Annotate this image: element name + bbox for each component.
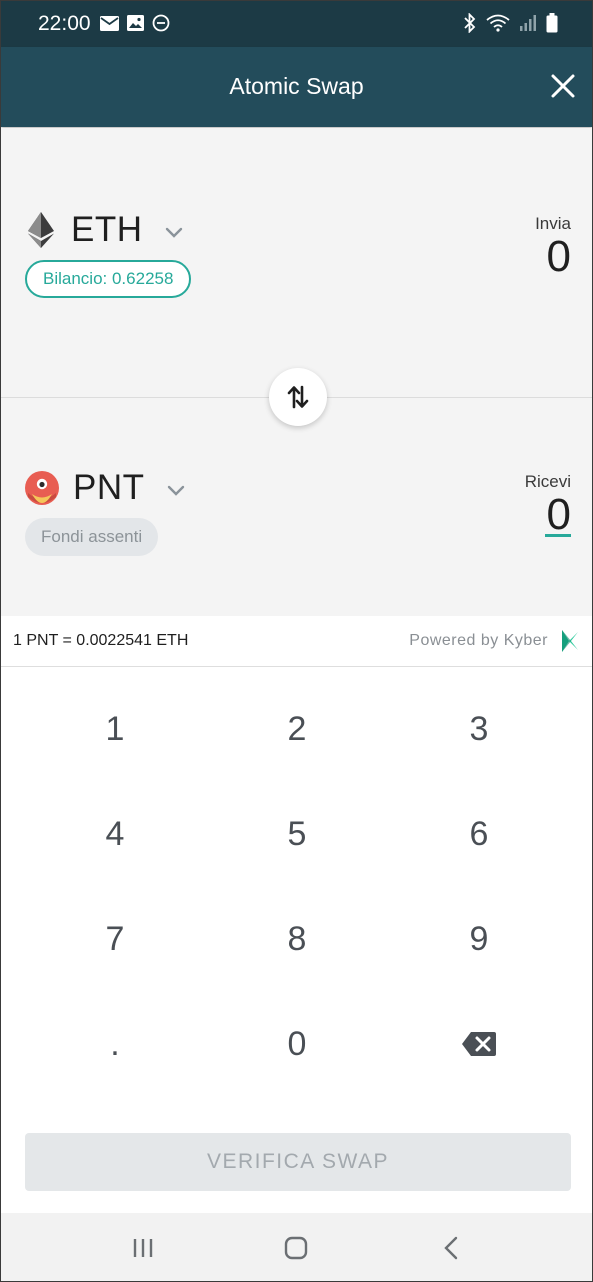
receive-token-selector[interactable]: PNT xyxy=(25,468,185,508)
verify-swap-button[interactable]: VERIFICA SWAP xyxy=(25,1133,571,1191)
close-button[interactable] xyxy=(550,73,576,99)
key-4[interactable]: 4 xyxy=(55,794,175,874)
key-decimal[interactable]: . xyxy=(55,1004,175,1084)
receive-amount-label: Ricevi xyxy=(524,472,571,491)
ethereum-icon xyxy=(28,212,54,248)
verify-swap-label: VERIFICA SWAP xyxy=(206,1150,390,1173)
app-header: Atomic Swap xyxy=(1,47,592,127)
key-8[interactable]: 8 xyxy=(237,899,357,979)
powered-by-label: Powered by Kyber xyxy=(409,632,548,649)
receive-amount-value[interactable]: 0 xyxy=(547,490,571,540)
key-0[interactable]: 0 xyxy=(237,1004,357,1084)
key-1[interactable]: 1 xyxy=(55,689,175,769)
chevron-down-icon xyxy=(165,227,182,238)
wifi-icon xyxy=(486,14,510,32)
balance-label: Bilancio: 0.62258 xyxy=(43,269,174,288)
status-time: 22:00 xyxy=(38,12,91,35)
swap-arrows-icon xyxy=(287,385,309,409)
swap-direction-button[interactable] xyxy=(269,368,327,426)
back-button[interactable] xyxy=(431,1231,471,1265)
key-9[interactable]: 9 xyxy=(419,899,539,979)
chevron-down-icon xyxy=(167,485,184,496)
signal-icon xyxy=(520,15,536,31)
status-left-icons xyxy=(100,14,170,32)
back-icon xyxy=(444,1236,458,1260)
recents-button[interactable] xyxy=(123,1231,163,1265)
do-not-disturb-icon xyxy=(152,14,170,32)
receive-amount-underline xyxy=(545,534,571,537)
send-token-selector[interactable]: ETH xyxy=(25,210,183,250)
system-nav-bar xyxy=(1,1213,592,1281)
page-title: Atomic Swap xyxy=(229,73,364,99)
kyber-icon xyxy=(562,630,578,652)
battery-icon xyxy=(546,13,558,33)
backspace-icon xyxy=(462,1032,496,1056)
send-amount-value[interactable]: 0 xyxy=(547,232,571,282)
mail-icon xyxy=(100,15,119,31)
home-icon xyxy=(284,1236,308,1260)
home-button[interactable] xyxy=(276,1231,316,1265)
key-5[interactable]: 5 xyxy=(237,794,357,874)
exchange-rate: 1 PNT = 0.0022541 ETH xyxy=(13,632,189,649)
bluetooth-icon xyxy=(464,13,476,33)
backspace-key[interactable] xyxy=(419,1004,539,1084)
key-7[interactable]: 7 xyxy=(55,899,175,979)
status-right-icons xyxy=(463,13,558,33)
image-icon xyxy=(127,15,144,31)
key-2[interactable]: 2 xyxy=(237,689,357,769)
key-6[interactable]: 6 xyxy=(419,794,539,874)
swap-panel: ETH Bilancio: 0.62258 Invia 0 PNT Fondi … xyxy=(1,128,592,616)
key-3[interactable]: 3 xyxy=(419,689,539,769)
rate-bar: 1 PNT = 0.0022541 ETH Powered by Kyber xyxy=(1,616,592,667)
close-icon xyxy=(551,74,575,98)
send-token-symbol: ETH xyxy=(71,210,143,249)
app-frame: 22:00 Atomic Swap ETH Bilancio: 0.62258 … xyxy=(0,0,593,1282)
pnt-icon xyxy=(25,471,59,505)
receive-token-symbol: PNT xyxy=(73,468,145,507)
no-funds-label: Fondi assenti xyxy=(41,527,143,546)
send-amount-label: Invia xyxy=(535,214,571,233)
no-funds-badge: Fondi assenti xyxy=(25,518,159,556)
status-bar: 22:00 xyxy=(1,1,592,47)
balance-badge[interactable]: Bilancio: 0.62258 xyxy=(25,260,192,298)
recents-icon xyxy=(133,1239,153,1257)
